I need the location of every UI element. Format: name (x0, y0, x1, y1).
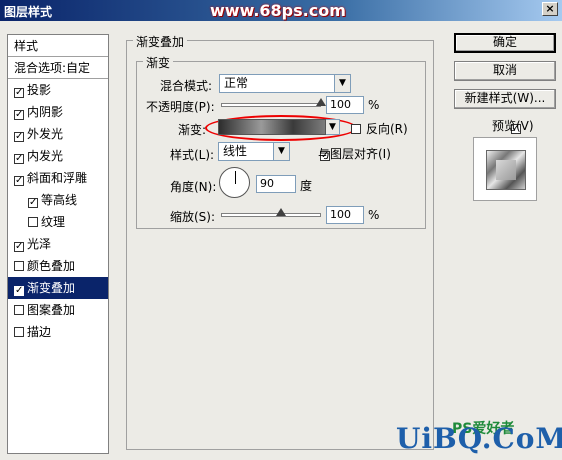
style-checkbox[interactable]: ✓ (14, 132, 24, 142)
watermark-top: www.68ps.com (210, 1, 346, 20)
preview-label: 预览(V) (492, 119, 534, 133)
opacity-percent: % (368, 98, 380, 112)
ok-button[interactable]: 确定 (454, 33, 556, 53)
gradient-sub-group-title: 渐变 (143, 54, 174, 71)
style-checkbox[interactable]: ✓ (14, 88, 24, 98)
style-value: 线性 (223, 144, 248, 158)
style-list-item-label: 光泽 (27, 237, 52, 251)
gradient-picker[interactable] (218, 119, 326, 135)
scale-slider-thumb[interactable] (276, 208, 286, 216)
angle-input[interactable]: 90 (256, 175, 296, 193)
style-list-item[interactable]: 颜色叠加 (8, 255, 108, 277)
close-button[interactable]: × (542, 2, 558, 16)
reverse-checkbox[interactable] (351, 124, 361, 134)
style-list-item-label: 投影 (27, 83, 52, 97)
blend-mode-label: 混合模式: (160, 79, 213, 93)
window-title: 图层样式 (4, 5, 53, 19)
style-select[interactable]: 线性 ▼ (218, 142, 290, 161)
style-list-item-label: 混合选项:自定 (14, 61, 91, 75)
gradient-overlay-group-title: 渐变叠加 (133, 33, 188, 50)
gradient-label: 渐变: (178, 123, 207, 137)
scale-percent: % (368, 208, 380, 222)
opacity-label: 不透明度(P): (146, 100, 215, 114)
style-list-item[interactable]: ✓ 内发光 (8, 145, 108, 167)
new-style-button[interactable]: 新建样式(W)... (454, 89, 556, 109)
style-list-item-label: 图案叠加 (27, 303, 76, 317)
style-checkbox[interactable] (28, 217, 38, 227)
style-list-item[interactable]: ✓ 斜面和浮雕 (8, 167, 108, 189)
style-list-item[interactable]: ✓ 渐变叠加 (8, 277, 108, 299)
style-checkbox[interactable] (14, 305, 24, 315)
style-list-item[interactable]: 混合选项:自定 (8, 57, 108, 79)
angle-label: 角度(N): (170, 180, 217, 194)
angle-degree-unit: 度 (300, 179, 313, 193)
style-checkbox[interactable]: ✓ (14, 286, 24, 296)
style-list-item-label: 颜色叠加 (27, 259, 76, 273)
style-list-item-label: 等高线 (41, 193, 78, 207)
style-checkbox[interactable]: ✓ (14, 154, 24, 164)
angle-dial-needle (235, 171, 236, 184)
style-list-item-label: 渐变叠加 (27, 281, 76, 295)
style-list-panel: 样式 混合选项:自定 ✓ 投影 ✓ 内阴影 ✓ 外发光 ✓ 内发光 ✓ 斜面和浮雕 ✓ 等高线 纹理 ✓ 光泽颜… (7, 34, 109, 454)
opacity-input[interactable]: 100 (326, 96, 364, 114)
style-checkbox[interactable]: ✓ (14, 176, 24, 186)
blend-mode-value: 正常 (224, 76, 249, 90)
style-checkbox[interactable]: ✓ (14, 110, 24, 120)
align-with-layer-label: 与图层对齐(I) (318, 147, 391, 161)
chevron-down-icon: ▼ (334, 75, 350, 92)
chevron-down-icon: ▼ (273, 143, 289, 160)
title-bar: 图层样式 www.68ps.com × (0, 0, 562, 21)
gradient-dropdown-button[interactable]: ▼ (326, 119, 340, 135)
style-list-item-label: 内阴影 (27, 105, 64, 119)
preview-bevel-square (486, 150, 526, 190)
style-checkbox[interactable]: ✓ (14, 242, 24, 252)
style-list-item[interactable]: 样式 (8, 35, 108, 57)
watermark-logo: UiBQ.CoM (396, 422, 562, 455)
scale-slider-track[interactable] (221, 213, 321, 217)
reverse-label: 反向(R) (366, 122, 408, 136)
style-list-item[interactable]: ✓ 投影 (8, 79, 108, 101)
style-checkbox[interactable]: ✓ (28, 198, 38, 208)
opacity-slider-thumb[interactable] (316, 98, 326, 106)
preview-inner-square (496, 160, 516, 180)
opacity-slider-track[interactable] (221, 103, 321, 107)
style-list-item[interactable]: ✓ 等高线 (8, 189, 108, 211)
style-list-item[interactable]: 描边 (8, 321, 108, 343)
style-list-item-label: 外发光 (27, 127, 64, 141)
scale-input[interactable]: 100 (326, 206, 364, 224)
scale-label: 缩放(S): (170, 210, 216, 224)
style-list-item[interactable]: 纹理 (8, 211, 108, 233)
angle-dial[interactable] (219, 167, 250, 198)
style-label: 样式(L): (170, 148, 215, 162)
style-list-item[interactable]: 图案叠加 (8, 299, 108, 321)
style-checkbox[interactable] (14, 327, 24, 337)
chevron-down-icon: ▼ (326, 120, 339, 134)
style-list-item-label: 描边 (27, 325, 52, 339)
style-list-item[interactable]: ✓ 光泽 (8, 233, 108, 255)
style-list-item[interactable]: ✓ 内阴影 (8, 101, 108, 123)
blend-mode-select[interactable]: 正常 ▼ (219, 74, 351, 93)
style-list-item[interactable]: ✓ 外发光 (8, 123, 108, 145)
style-list-item-label: 纹理 (41, 215, 66, 229)
style-checkbox[interactable] (14, 261, 24, 271)
style-preview-swatch (473, 137, 537, 201)
style-list-item-label: 内发光 (27, 149, 64, 163)
style-list-item-label: 样式 (14, 39, 39, 53)
cancel-button[interactable]: 取消 (454, 61, 556, 81)
style-list-item-label: 斜面和浮雕 (27, 171, 88, 185)
